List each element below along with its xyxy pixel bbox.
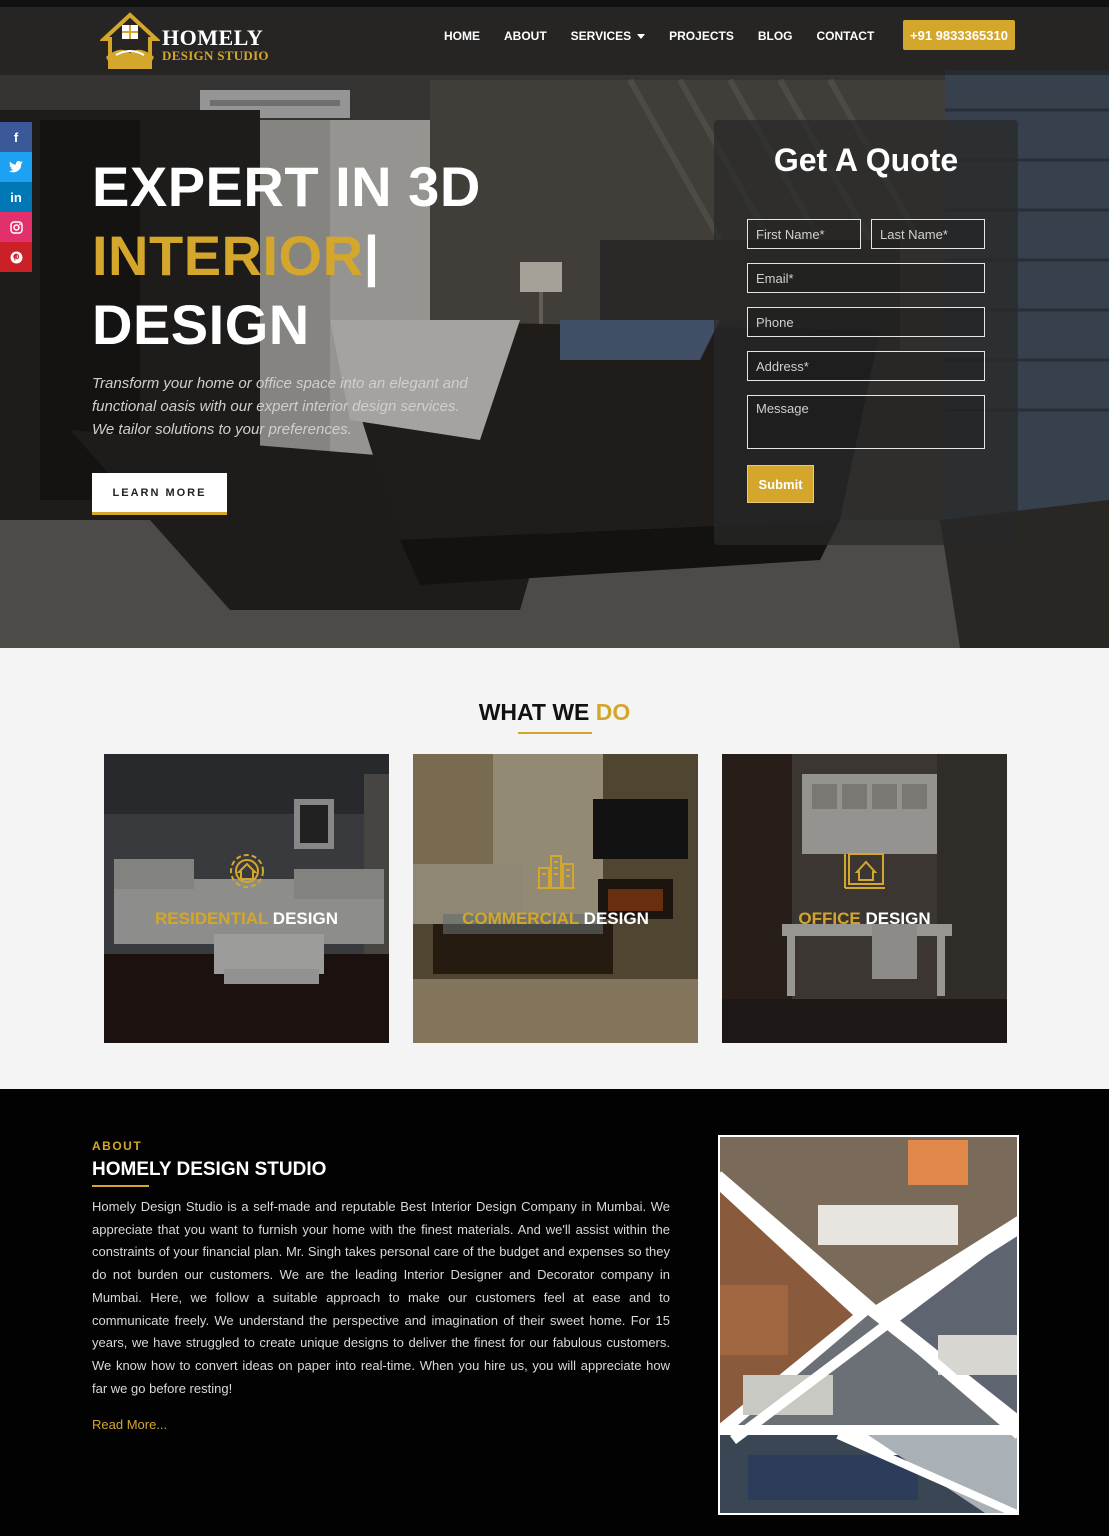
last-name-field[interactable] (871, 219, 985, 249)
linkedin-icon[interactable]: in (0, 182, 32, 212)
nav-services[interactable]: SERVICES (570, 29, 646, 43)
about-section: ABOUT HOMELY DESIGN STUDIO Homely Design… (0, 1089, 1109, 1536)
first-name-field[interactable] (747, 219, 861, 249)
card-label-rest: DESIGN (583, 909, 649, 928)
twitter-bird-icon (9, 161, 23, 173)
nav-contact[interactable]: CONTACT (817, 29, 875, 43)
buildings-icon (413, 850, 698, 892)
about-title: HOMELY DESIGN STUDIO (92, 1159, 327, 1180)
nav-blog[interactable]: BLOG (758, 29, 793, 43)
residential-design-label: RESIDENTIAL DESIGN (104, 909, 389, 929)
card-label-rest: DESIGN (865, 909, 931, 928)
read-more-link[interactable]: Read More... (92, 1417, 167, 1432)
services-title-accent: DO (595, 699, 631, 725)
headline-accent-word: INTERIOR (92, 224, 364, 287)
about-title-underline (92, 1185, 149, 1187)
nav-services-label: SERVICES (570, 29, 632, 43)
pinterest-glyph-icon (10, 251, 22, 263)
instagram-glyph-icon (9, 220, 23, 234)
twitter-icon[interactable] (0, 152, 32, 182)
services-section: WHAT WE DO RESIDENTIAL DESIGN COMMERCIAL… (0, 648, 1109, 1089)
office-design-label: OFFICE DESIGN (722, 909, 1007, 929)
card-label-accent: OFFICE (798, 909, 861, 928)
headline-line-1: EXPERT IN 3D (92, 155, 481, 218)
interior-collage-image (718, 1135, 1019, 1515)
services-title: WHAT WE DO (0, 699, 1109, 726)
pinterest-icon[interactable] (0, 242, 32, 272)
hero-section: HOMELY DESIGN STUDIO HOME ABOUT SERVICES… (0, 0, 1109, 648)
message-field[interactable] (747, 395, 985, 449)
typing-cursor: | (363, 224, 380, 287)
card-label-accent: COMMERCIAL (462, 909, 579, 928)
quote-form-title: Get A Quote (773, 142, 959, 178)
brand-tagline: DESIGN STUDIO (162, 48, 269, 63)
about-kicker: ABOUT (92, 1139, 143, 1153)
headline-line-2: INTERIOR| (92, 221, 481, 290)
card-overlay (104, 754, 389, 1043)
site-logo[interactable]: HOMELY DESIGN STUDIO (98, 9, 280, 71)
nav-projects[interactable]: PROJECTS (669, 29, 734, 43)
card-overlay (413, 754, 698, 1043)
submit-button[interactable]: Submit (747, 465, 814, 503)
address-field[interactable] (747, 351, 985, 381)
phone-button[interactable]: +91 9833365310 (903, 20, 1015, 50)
learn-more-button[interactable]: LEARN MORE (92, 473, 227, 515)
nav-home[interactable]: HOME (444, 29, 480, 43)
card-label-rest: DESIGN (272, 909, 338, 928)
commercial-design-card[interactable]: COMMERCIAL DESIGN (413, 754, 698, 1043)
top-stripe (0, 0, 1109, 7)
main-nav: HOME ABOUT SERVICES PROJECTS BLOG CONTAC… (444, 29, 898, 43)
nav-about[interactable]: ABOUT (504, 29, 547, 43)
chevron-down-icon (637, 34, 646, 40)
hero-headline: EXPERT IN 3D INTERIOR| DESIGN (92, 152, 481, 359)
quote-form: Get A Quote Submit (714, 120, 1018, 545)
site-header: HOMELY DESIGN STUDIO HOME ABOUT SERVICES… (0, 7, 1109, 75)
services-title-underline (518, 732, 592, 734)
card-overlay (722, 754, 1007, 1043)
social-sidebar: f in (0, 122, 32, 272)
house-gear-icon (104, 850, 389, 892)
house-logo-icon (98, 12, 162, 69)
phone-field[interactable] (747, 307, 985, 337)
facebook-icon[interactable]: f (0, 122, 32, 152)
instagram-icon[interactable] (0, 212, 32, 242)
services-title-main: WHAT WE (478, 699, 590, 725)
card-label-accent: RESIDENTIAL (155, 909, 269, 928)
headline-line-3: DESIGN (92, 293, 310, 356)
email-field[interactable] (747, 263, 985, 293)
hero-description: Transform your home or office space into… (92, 375, 468, 438)
blueprint-house-icon (722, 850, 1007, 892)
residential-design-card[interactable]: RESIDENTIAL DESIGN (104, 754, 389, 1043)
office-design-card[interactable]: OFFICE DESIGN (722, 754, 1007, 1043)
commercial-design-label: COMMERCIAL DESIGN (413, 909, 698, 929)
about-body: Homely Design Studio is a self-made and … (92, 1199, 670, 1396)
